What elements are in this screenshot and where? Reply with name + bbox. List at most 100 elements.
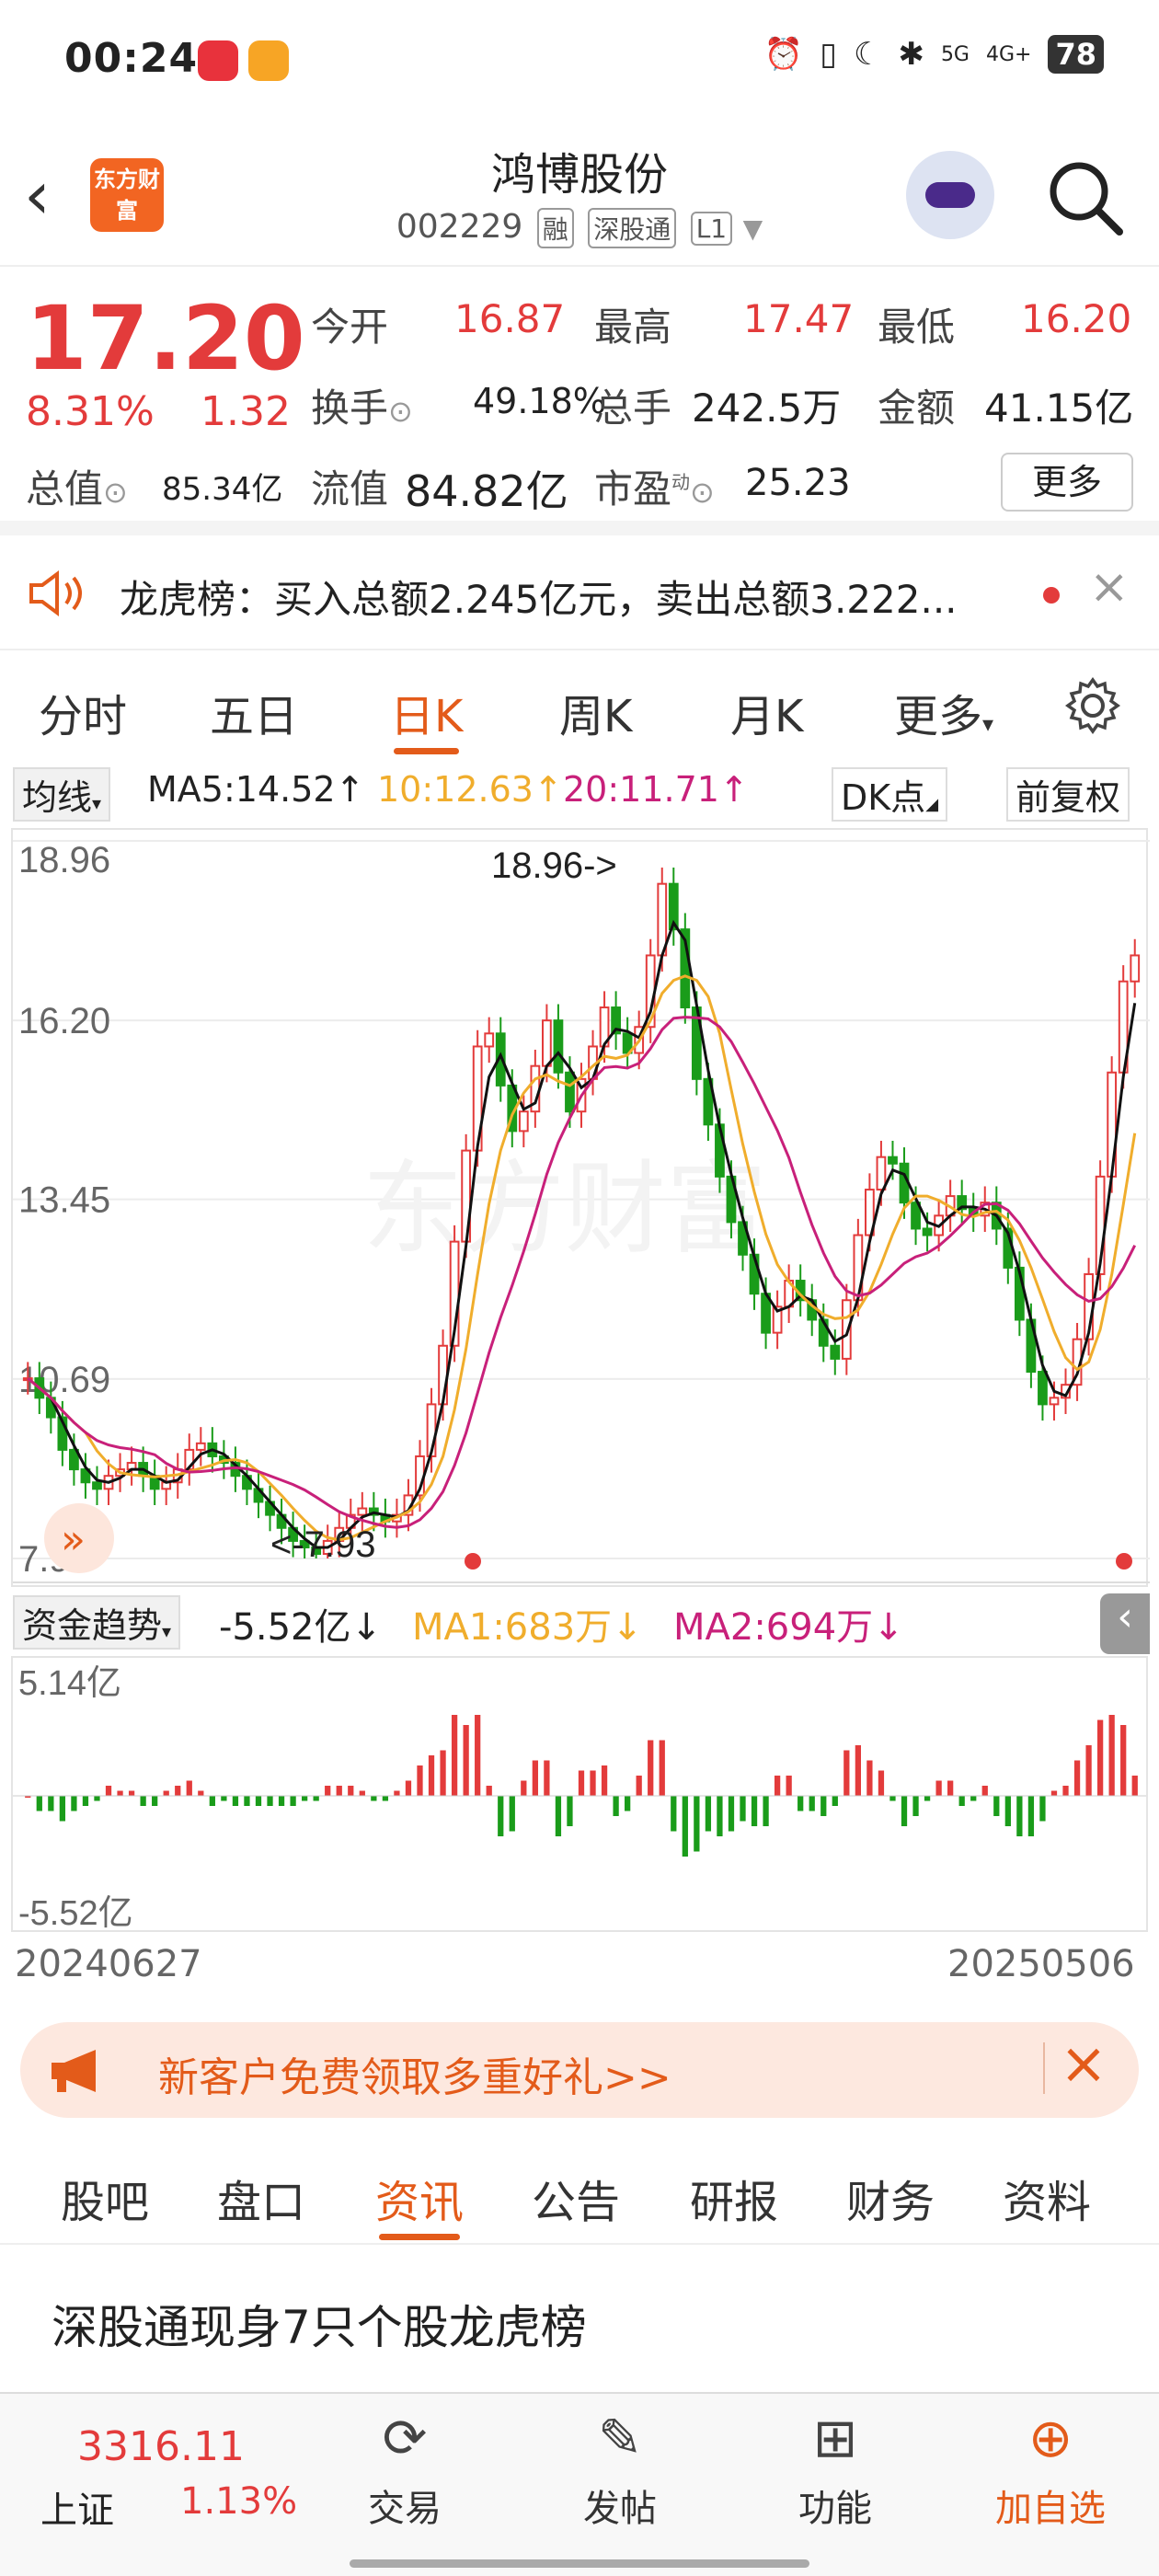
fund-bar: [232, 1796, 239, 1806]
promo-text: 新客户免费领取多重好礼>>: [158, 2054, 671, 2101]
news-title[interactable]: 深股通现身7只个股龙虎榜: [52, 2291, 587, 2357]
tab-finance[interactable]: 财务: [846, 2166, 935, 2230]
nav-add-watchlist[interactable]: ⊕ 加自选: [977, 2407, 1124, 2532]
fund-bar: [94, 1796, 100, 1801]
fund-bar: [924, 1796, 931, 1801]
fund-bar: [1120, 1725, 1127, 1796]
change-percent: 8.31%: [26, 388, 155, 435]
fund-flow-chart[interactable]: 5.14亿 -5.52亿: [11, 1656, 1148, 1932]
kline-chart[interactable]: 18.9616.2013.4510.697.93东方财富18.96-><-7.9…: [13, 830, 1150, 1589]
ma10-value: 10:12.63↑: [377, 769, 563, 810]
fund-bar: [36, 1796, 42, 1811]
fund-bar: [935, 1780, 942, 1796]
candle: [1038, 1371, 1048, 1406]
adjustment-select[interactable]: 前复权: [1006, 767, 1130, 822]
tab-intraday[interactable]: 分时: [39, 680, 127, 744]
app-notification-icon: [198, 40, 238, 81]
fund-bar: [278, 1796, 285, 1806]
fund-bar: [809, 1796, 815, 1811]
y-tick-label: 16.20: [18, 1001, 110, 1041]
fund-bar: [912, 1796, 919, 1816]
more-quote-button[interactable]: 更多: [1001, 453, 1133, 512]
index-percent[interactable]: 1.13%: [180, 2480, 297, 2523]
fund-bar: [798, 1796, 804, 1811]
index-name[interactable]: 上证: [40, 2480, 114, 2534]
fund-bar: [59, 1796, 66, 1822]
pe-dynamic-mark: 动: [671, 471, 691, 493]
signal-dot: [1116, 1553, 1132, 1570]
fund-bar: [947, 1780, 954, 1796]
fund-bar: [544, 1760, 550, 1796]
fund-bar: [717, 1796, 723, 1836]
fund-bar: [521, 1780, 527, 1796]
dk-point-select[interactable]: DK点◢: [832, 767, 948, 822]
ma-select[interactable]: 均线▾: [13, 767, 111, 822]
tab-profile[interactable]: 资料: [1003, 2166, 1091, 2230]
kline-chart-area[interactable]: 18.9616.2013.4510.697.93东方财富18.96-><-7.9…: [11, 828, 1150, 1589]
candle: [92, 1481, 102, 1490]
volume-label: 总手: [594, 385, 672, 431]
fund-ma1: MA1:683万↓: [412, 1606, 643, 1649]
nav-post[interactable]: ✎ 发帖: [546, 2407, 694, 2532]
fund-bar: [82, 1796, 89, 1806]
index-value[interactable]: 3316.11: [77, 2423, 245, 2470]
fund-bar: [958, 1796, 965, 1806]
tab-announcements[interactable]: 公告: [532, 2166, 620, 2230]
tab-five-day[interactable]: 五日: [210, 680, 298, 744]
fund-bar: [313, 1796, 319, 1801]
tab-pankou[interactable]: 盘口: [217, 2166, 305, 2230]
fund-bar: [325, 1786, 331, 1796]
open-value: 16.87: [454, 296, 566, 341]
fund-bar: [590, 1770, 596, 1796]
grid-icon: ⊞: [812, 2407, 858, 2469]
tag-level: L1: [690, 211, 733, 246]
fund-bar: [428, 1755, 435, 1796]
info-icon-3[interactable]: ⊙: [690, 475, 715, 510]
fund-bar: [71, 1796, 77, 1811]
speaker-icon: [29, 570, 82, 616]
tab-news[interactable]: 资讯: [375, 2166, 464, 2240]
search-icon[interactable]: [1044, 156, 1127, 239]
fund-bar: [267, 1796, 273, 1806]
candle: [565, 1071, 575, 1113]
fund-bar: [1085, 1745, 1092, 1796]
nav-functions[interactable]: ⊞ 功能: [762, 2407, 909, 2532]
stock-code: 002229: [396, 208, 523, 246]
tag-connect: 深股通: [588, 208, 677, 248]
add-circle-icon: ⊕: [1027, 2407, 1073, 2469]
tab-monthly-k[interactable]: 月K: [730, 680, 803, 744]
fund-bar: [601, 1765, 608, 1796]
robot-assistant-icon[interactable]: [906, 151, 994, 239]
promo-close-icon[interactable]: ×: [1060, 2030, 1107, 2097]
fund-y-top-label: 5.14亿: [18, 1664, 121, 1703]
promo-banner[interactable]: 新客户免费领取多重好礼>> ×: [20, 2022, 1139, 2118]
fund-bar: [981, 1786, 988, 1796]
tab-daily-k[interactable]: 日K: [390, 680, 463, 754]
pe-value: 25.23: [745, 462, 851, 504]
fund-bar: [832, 1796, 838, 1806]
info-icon[interactable]: ⊙: [388, 394, 413, 429]
fund-indicator-select[interactable]: 资金趋势▾: [13, 1595, 181, 1650]
tab-weekly-k[interactable]: 周K: [559, 680, 632, 744]
close-icon[interactable]: ×: [1089, 559, 1130, 615]
fund-bar: [163, 1790, 169, 1796]
fund-bar: [671, 1796, 677, 1832]
lhb-text: 龙虎榜：买入总额2.245亿元，卖出总额3.222...: [120, 577, 958, 622]
info-icon-2[interactable]: ⊙: [103, 475, 128, 510]
high-label: 18.96->: [491, 845, 617, 886]
tab-guba[interactable]: 股吧: [61, 2166, 149, 2230]
nav-trade[interactable]: ⟳ 交易: [331, 2407, 478, 2532]
expand-icon: »: [61, 1516, 86, 1563]
tab-more[interactable]: 更多▾: [894, 680, 993, 744]
low-value: 16.20: [1021, 296, 1132, 341]
gear-icon[interactable]: [1063, 676, 1122, 735]
fund-bar: [475, 1715, 481, 1796]
tab-research[interactable]: 研报: [690, 2166, 778, 2230]
period-tabs: 分时 五日 日K 周K 月K 更多▾: [0, 650, 1159, 761]
ma20-value: 20:11.71↑: [563, 769, 749, 810]
lhb-notice[interactable]: 龙虎榜：买入总额2.245亿元，卖出总额3.222... ×: [0, 535, 1159, 650]
fund-bar: [1004, 1796, 1011, 1826]
fund-bar: [336, 1786, 342, 1796]
collapse-panel-button[interactable]: ‹: [1100, 1593, 1150, 1654]
fund-value: -5.52亿↓: [219, 1606, 383, 1649]
